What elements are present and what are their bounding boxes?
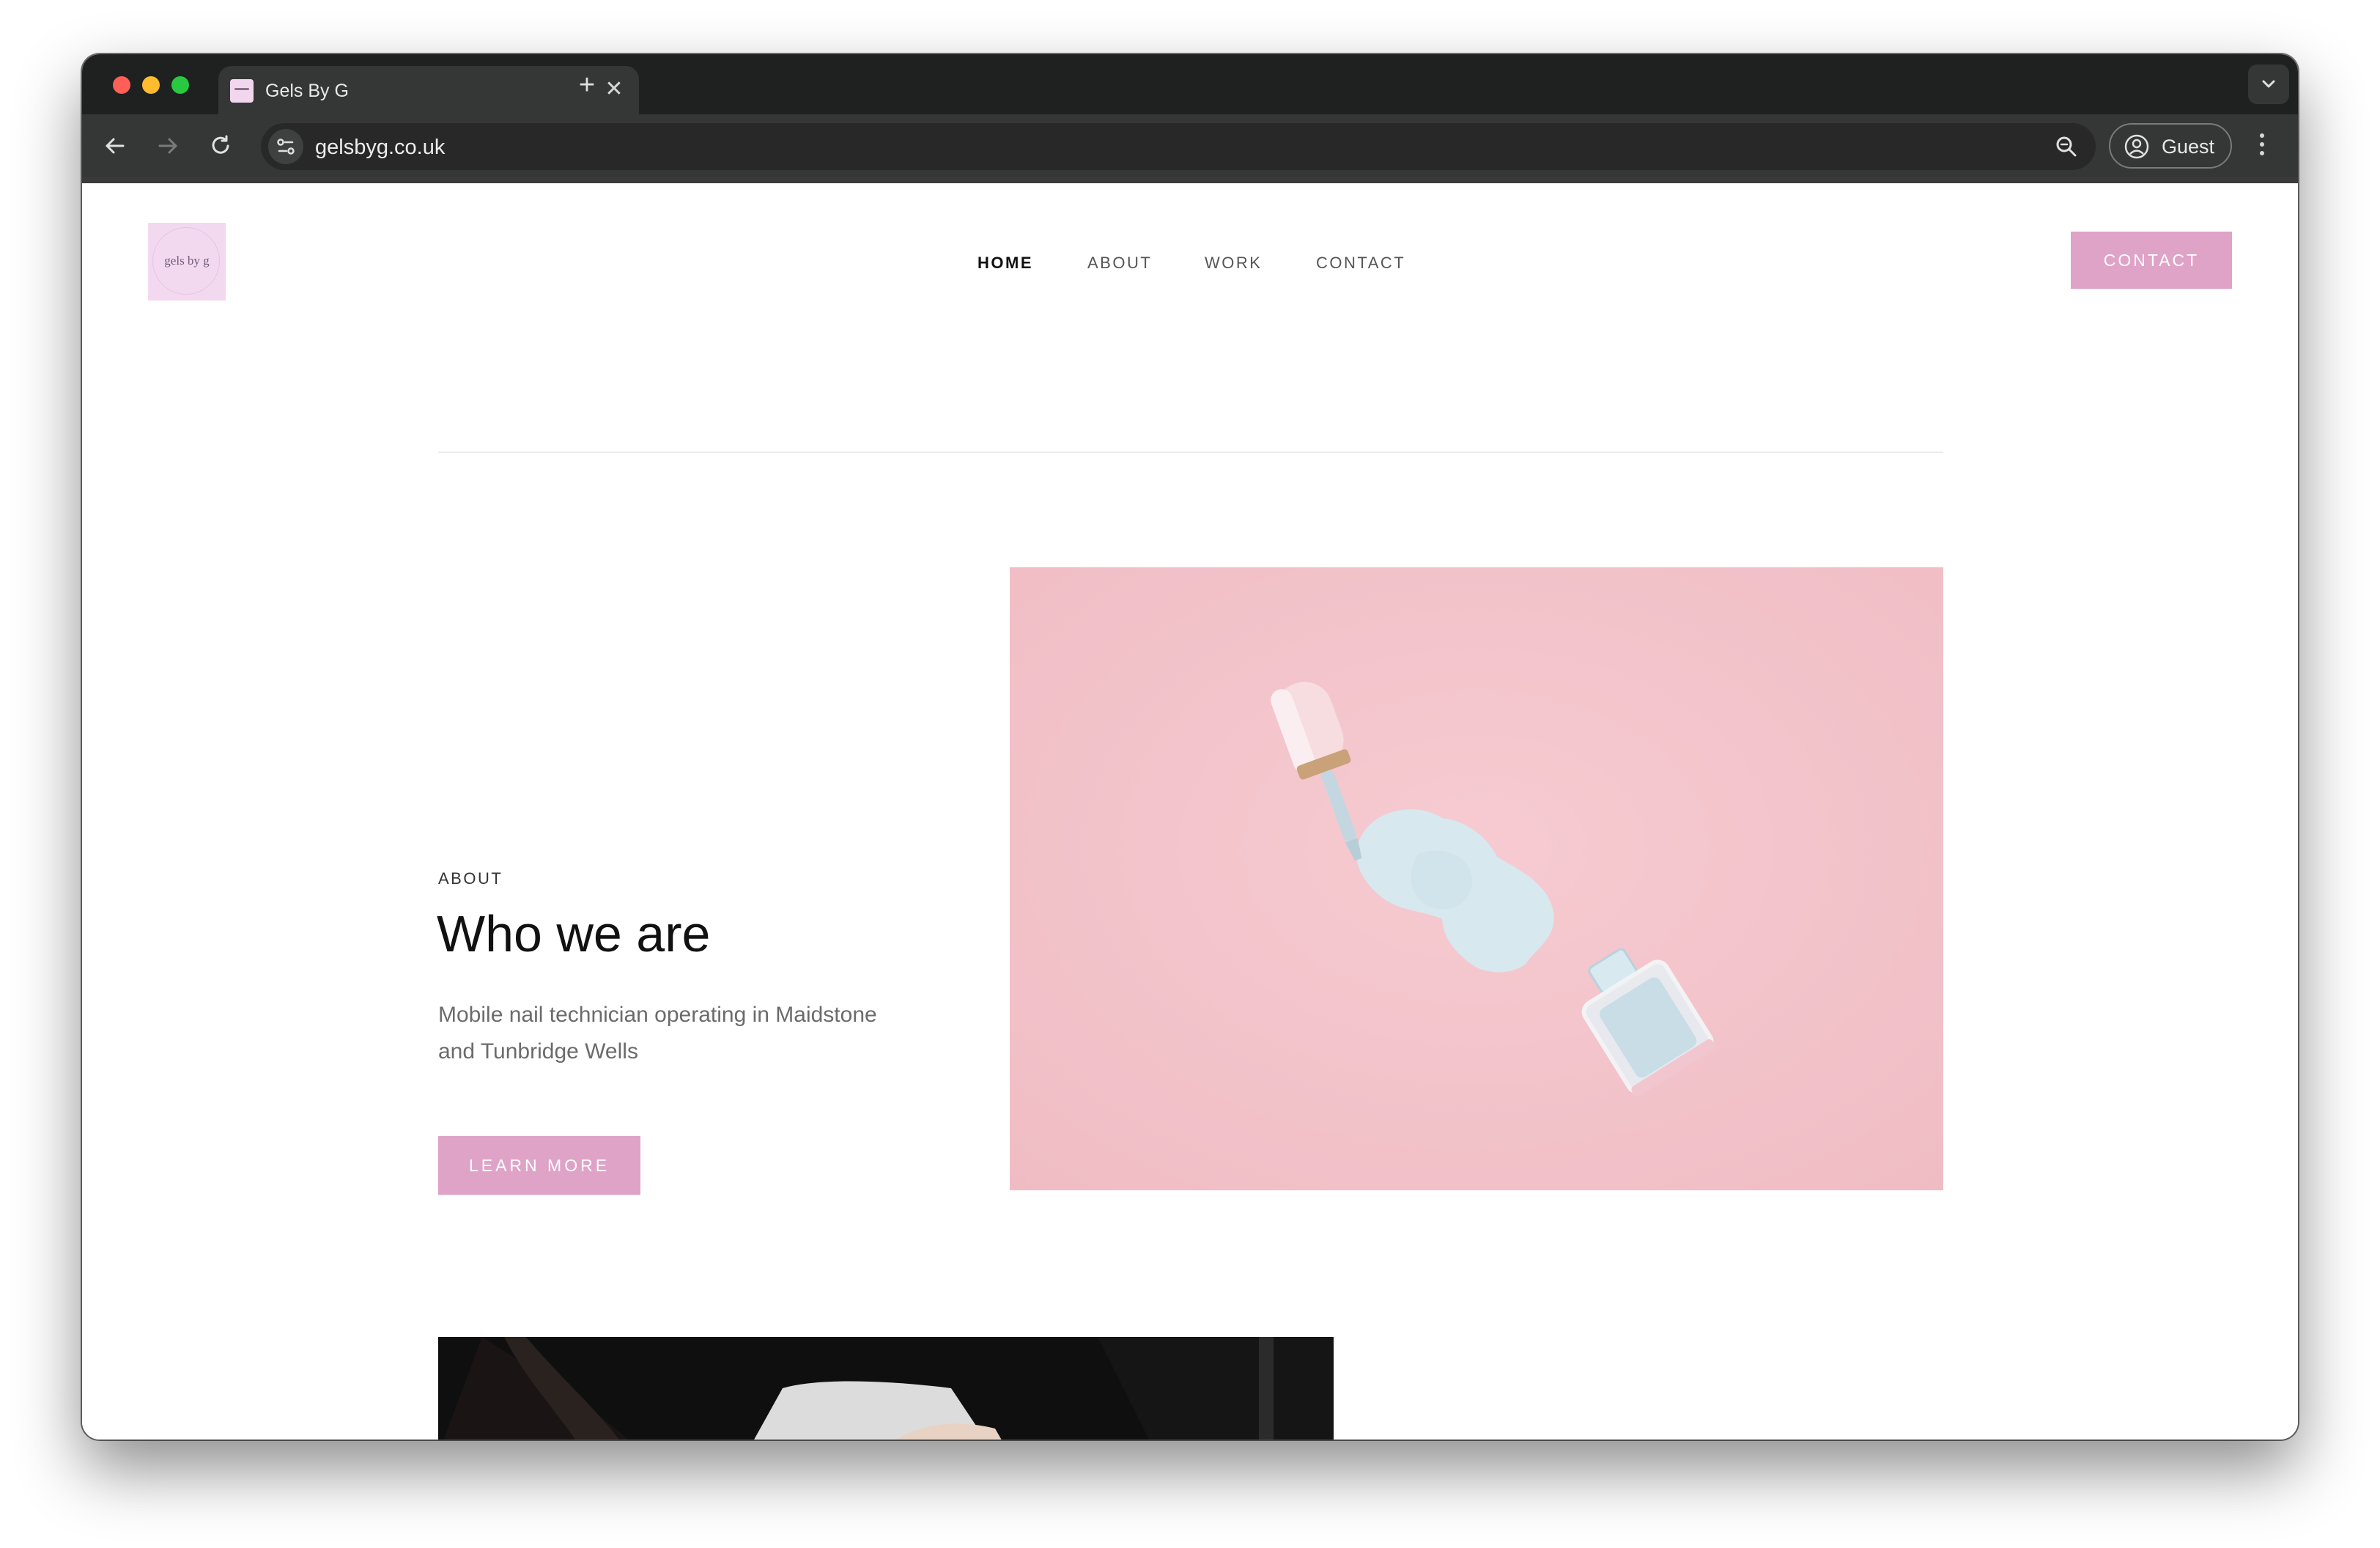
section-description: Mobile nail technician operating in Maid… bbox=[438, 1003, 877, 1064]
arrow-right-icon bbox=[158, 138, 177, 154]
zoom-button[interactable] bbox=[2052, 132, 2081, 161]
nav-work[interactable]: WORK bbox=[1205, 254, 1262, 273]
favicon-icon bbox=[230, 79, 254, 103]
tune-icon bbox=[277, 139, 295, 155]
web-page: gels by g HOME ABOUT WORK CONTACT CONTAC… bbox=[82, 183, 2298, 1440]
url-text: gelsbyg.co.uk bbox=[315, 136, 446, 159]
close-window-button[interactable] bbox=[113, 76, 130, 94]
nav-about[interactable]: ABOUT bbox=[1087, 254, 1152, 273]
site-logo[interactable]: gels by g bbox=[148, 223, 226, 301]
account-icon bbox=[2124, 134, 2149, 159]
section-eyebrow: ABOUT bbox=[438, 869, 503, 888]
nail-service-illustration bbox=[438, 1337, 1334, 1440]
arrow-left-icon bbox=[106, 138, 125, 154]
section-heading: Who we are bbox=[437, 905, 711, 962]
new-tab-icon[interactable]: + bbox=[572, 70, 602, 101]
logo-text: gels by g bbox=[164, 254, 210, 268]
work-photo bbox=[438, 1337, 1334, 1440]
forward-button[interactable] bbox=[152, 130, 183, 161]
chevron-down-icon bbox=[2262, 80, 2275, 88]
header-contact-button[interactable]: CONTACT bbox=[2071, 232, 2232, 289]
nav-home[interactable]: HOME bbox=[978, 254, 1033, 273]
more-menu-icon[interactable] bbox=[2251, 129, 2273, 163]
tab-strip: Gels By G ✕ + bbox=[82, 54, 2298, 114]
section-divider bbox=[438, 452, 1943, 453]
learn-more-button[interactable]: LEARN MORE bbox=[438, 1136, 640, 1195]
back-button[interactable] bbox=[100, 130, 130, 161]
reload-icon bbox=[212, 135, 229, 154]
hero-image bbox=[1010, 567, 1943, 1190]
tab-search-button[interactable] bbox=[2248, 64, 2289, 104]
profile-button[interactable]: Guest bbox=[2109, 123, 2232, 169]
reload-button[interactable] bbox=[205, 130, 236, 161]
toolbar-divider bbox=[82, 177, 2298, 183]
browser-window: Gels By G ✕ + gelsbyg.co.uk Guest gels b… bbox=[82, 54, 2298, 1440]
site-info-button[interactable] bbox=[268, 129, 303, 164]
profile-label: Guest bbox=[2162, 136, 2215, 158]
address-bar[interactable]: gelsbyg.co.uk bbox=[261, 123, 2096, 170]
minimize-window-button[interactable] bbox=[142, 76, 160, 94]
browser-toolbar: gelsbyg.co.uk Guest bbox=[82, 114, 2298, 177]
nav-contact[interactable]: CONTACT bbox=[1316, 254, 1405, 273]
nail-polish-illustration bbox=[1010, 567, 1943, 1190]
maximize-window-button[interactable] bbox=[171, 76, 189, 94]
zoom-out-icon bbox=[2056, 136, 2077, 157]
tab-title: Gels By G bbox=[265, 81, 349, 101]
tab-close-icon[interactable]: ✕ bbox=[601, 76, 627, 103]
